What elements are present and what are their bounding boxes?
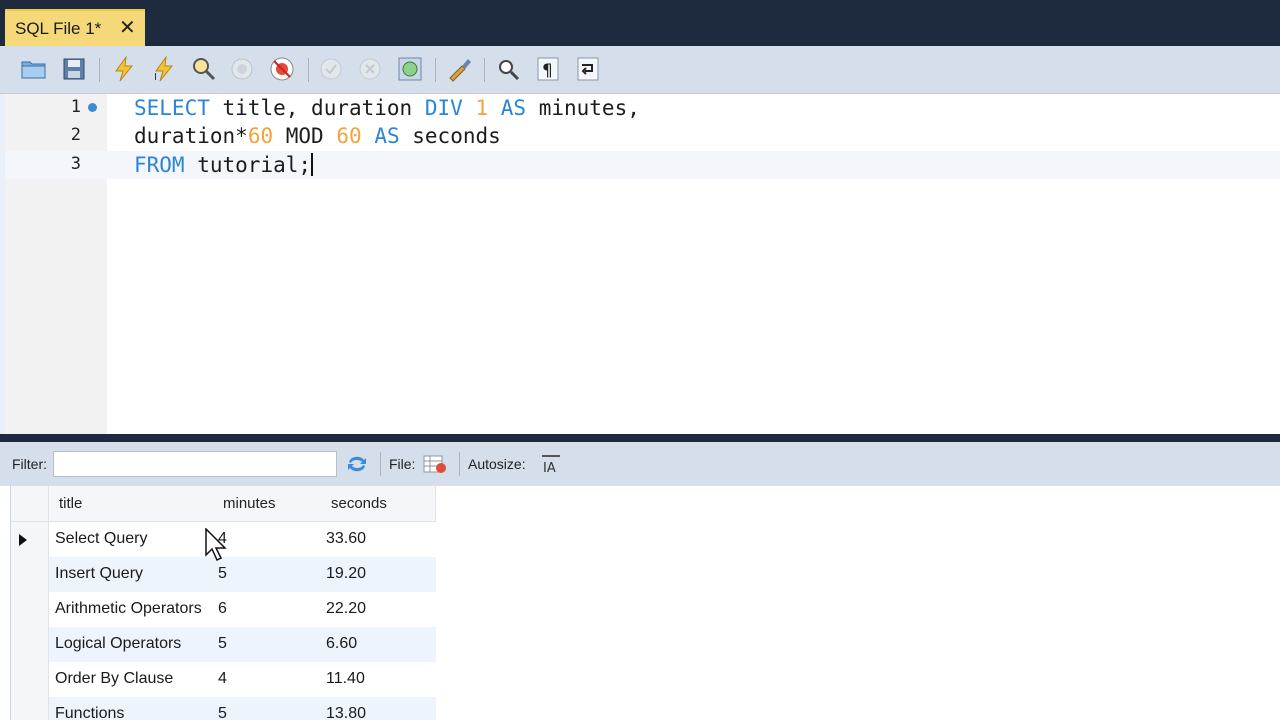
search-icon[interactable] — [494, 55, 522, 83]
table-row[interactable]: Insert Query 5 19.20 — [11, 557, 436, 592]
column-header-seconds[interactable]: seconds — [331, 495, 387, 512]
cell-title[interactable]: Functions — [55, 705, 124, 720]
stop-on-error-icon[interactable] — [268, 55, 296, 83]
cell-minutes[interactable]: 6 — [218, 600, 227, 618]
line-number: 3 — [70, 154, 81, 174]
code-line-2[interactable]: 2 duration*60 MOD 60 AS seconds — [5, 122, 1280, 150]
result-grid-toolbar: Filter: File: Autosize: IA — [0, 442, 1280, 486]
cell-seconds[interactable]: 11.40 — [326, 670, 365, 688]
column-header-minutes[interactable]: minutes — [223, 495, 276, 512]
row-selector[interactable] — [11, 662, 49, 697]
cell-minutes[interactable]: 5 — [218, 635, 227, 653]
result-grid[interactable]: title minutes seconds Select Query 4 33.… — [10, 486, 436, 720]
export-file-icon[interactable] — [423, 452, 447, 476]
current-row-arrow-icon — [19, 534, 27, 546]
line-number: 1 — [70, 97, 81, 117]
code-text[interactable]: FROM tutorial; — [134, 151, 314, 179]
row-selector[interactable] — [11, 522, 49, 557]
sql-editor-toolbar: I ¶ — [0, 46, 1280, 94]
autosize-label: Autosize: — [468, 456, 526, 472]
svg-text:IA: IA — [543, 461, 556, 475]
cell-minutes[interactable]: 5 — [218, 705, 227, 720]
line-number: 2 — [70, 125, 81, 145]
table-row[interactable]: Functions 5 13.80 — [11, 697, 436, 720]
wrap-lines-icon[interactable] — [574, 55, 602, 83]
cell-seconds[interactable]: 13.80 — [326, 705, 366, 720]
table-row[interactable]: Logical Operators 5 6.60 — [11, 627, 436, 662]
mouse-pointer-icon — [205, 528, 227, 562]
tab-strip: SQL File 1* ✕ — [0, 0, 1280, 46]
cell-minutes[interactable]: 5 — [218, 565, 227, 583]
row-selector[interactable] — [11, 627, 49, 662]
cell-title[interactable]: Arithmetic Operators — [55, 600, 202, 618]
tab-sql-file-1[interactable]: SQL File 1* ✕ — [5, 9, 145, 46]
beautify-icon[interactable] — [446, 55, 474, 83]
open-folder-icon[interactable] — [20, 55, 48, 83]
cell-title[interactable]: Select Query — [55, 530, 147, 548]
refresh-icon[interactable] — [345, 452, 369, 476]
explain-icon[interactable] — [190, 55, 218, 83]
column-header-title[interactable]: title — [59, 495, 82, 512]
autosize-columns-icon[interactable]: IA — [540, 452, 564, 476]
cell-seconds[interactable]: 33.60 — [326, 530, 366, 548]
close-icon[interactable]: ✕ — [119, 17, 136, 39]
code-text[interactable]: SELECT title, duration DIV 1 AS minutes, — [134, 94, 640, 122]
statement-marker-icon — [88, 103, 97, 112]
pilcrow-icon[interactable]: ¶ — [534, 55, 562, 83]
text-caret — [311, 153, 314, 176]
code-text[interactable]: duration*60 MOD 60 AS seconds — [134, 122, 501, 150]
code-line-3[interactable]: 3 FROM tutorial; — [5, 151, 1280, 179]
row-selector[interactable] — [11, 697, 49, 720]
row-selector[interactable] — [11, 592, 49, 627]
autocommit-icon[interactable] — [396, 55, 424, 83]
cell-title[interactable]: Logical Operators — [55, 635, 181, 653]
cell-minutes[interactable]: 4 — [218, 670, 227, 688]
svg-text:¶: ¶ — [542, 61, 553, 81]
execute-current-icon[interactable]: I — [150, 55, 178, 83]
commit-icon[interactable] — [317, 55, 345, 83]
stop-icon[interactable] — [228, 55, 256, 83]
table-row[interactable]: Order By Clause 4 11.40 — [11, 662, 436, 697]
row-selector[interactable] — [11, 557, 49, 592]
cell-title[interactable]: Order By Clause — [55, 670, 173, 688]
cell-title[interactable]: Insert Query — [55, 565, 143, 583]
result-grid-panel: title minutes seconds Select Query 4 33.… — [0, 486, 1280, 720]
svg-text:I: I — [154, 72, 157, 82]
tab-label: SQL File 1* — [15, 18, 102, 38]
execute-icon[interactable] — [110, 55, 138, 83]
cell-seconds[interactable]: 6.60 — [326, 635, 357, 653]
header-row-selector[interactable] — [11, 486, 49, 522]
filter-input[interactable] — [53, 451, 337, 477]
filter-label: Filter: — [12, 456, 47, 472]
sql-editor[interactable]: 1 SELECT title, duration DIV 1 AS minute… — [5, 94, 1280, 434]
grid-header: title minutes seconds — [11, 486, 436, 522]
cell-seconds[interactable]: 22.20 — [326, 600, 366, 618]
rollback-icon[interactable] — [356, 55, 384, 83]
table-row[interactable]: Arithmetic Operators 6 22.20 — [11, 592, 436, 627]
code-line-1[interactable]: 1 SELECT title, duration DIV 1 AS minute… — [5, 94, 1280, 122]
panel-splitter[interactable] — [0, 434, 1280, 442]
cell-seconds[interactable]: 19.20 — [326, 565, 366, 583]
file-label: File: — [389, 456, 416, 472]
save-icon[interactable] — [60, 55, 88, 83]
